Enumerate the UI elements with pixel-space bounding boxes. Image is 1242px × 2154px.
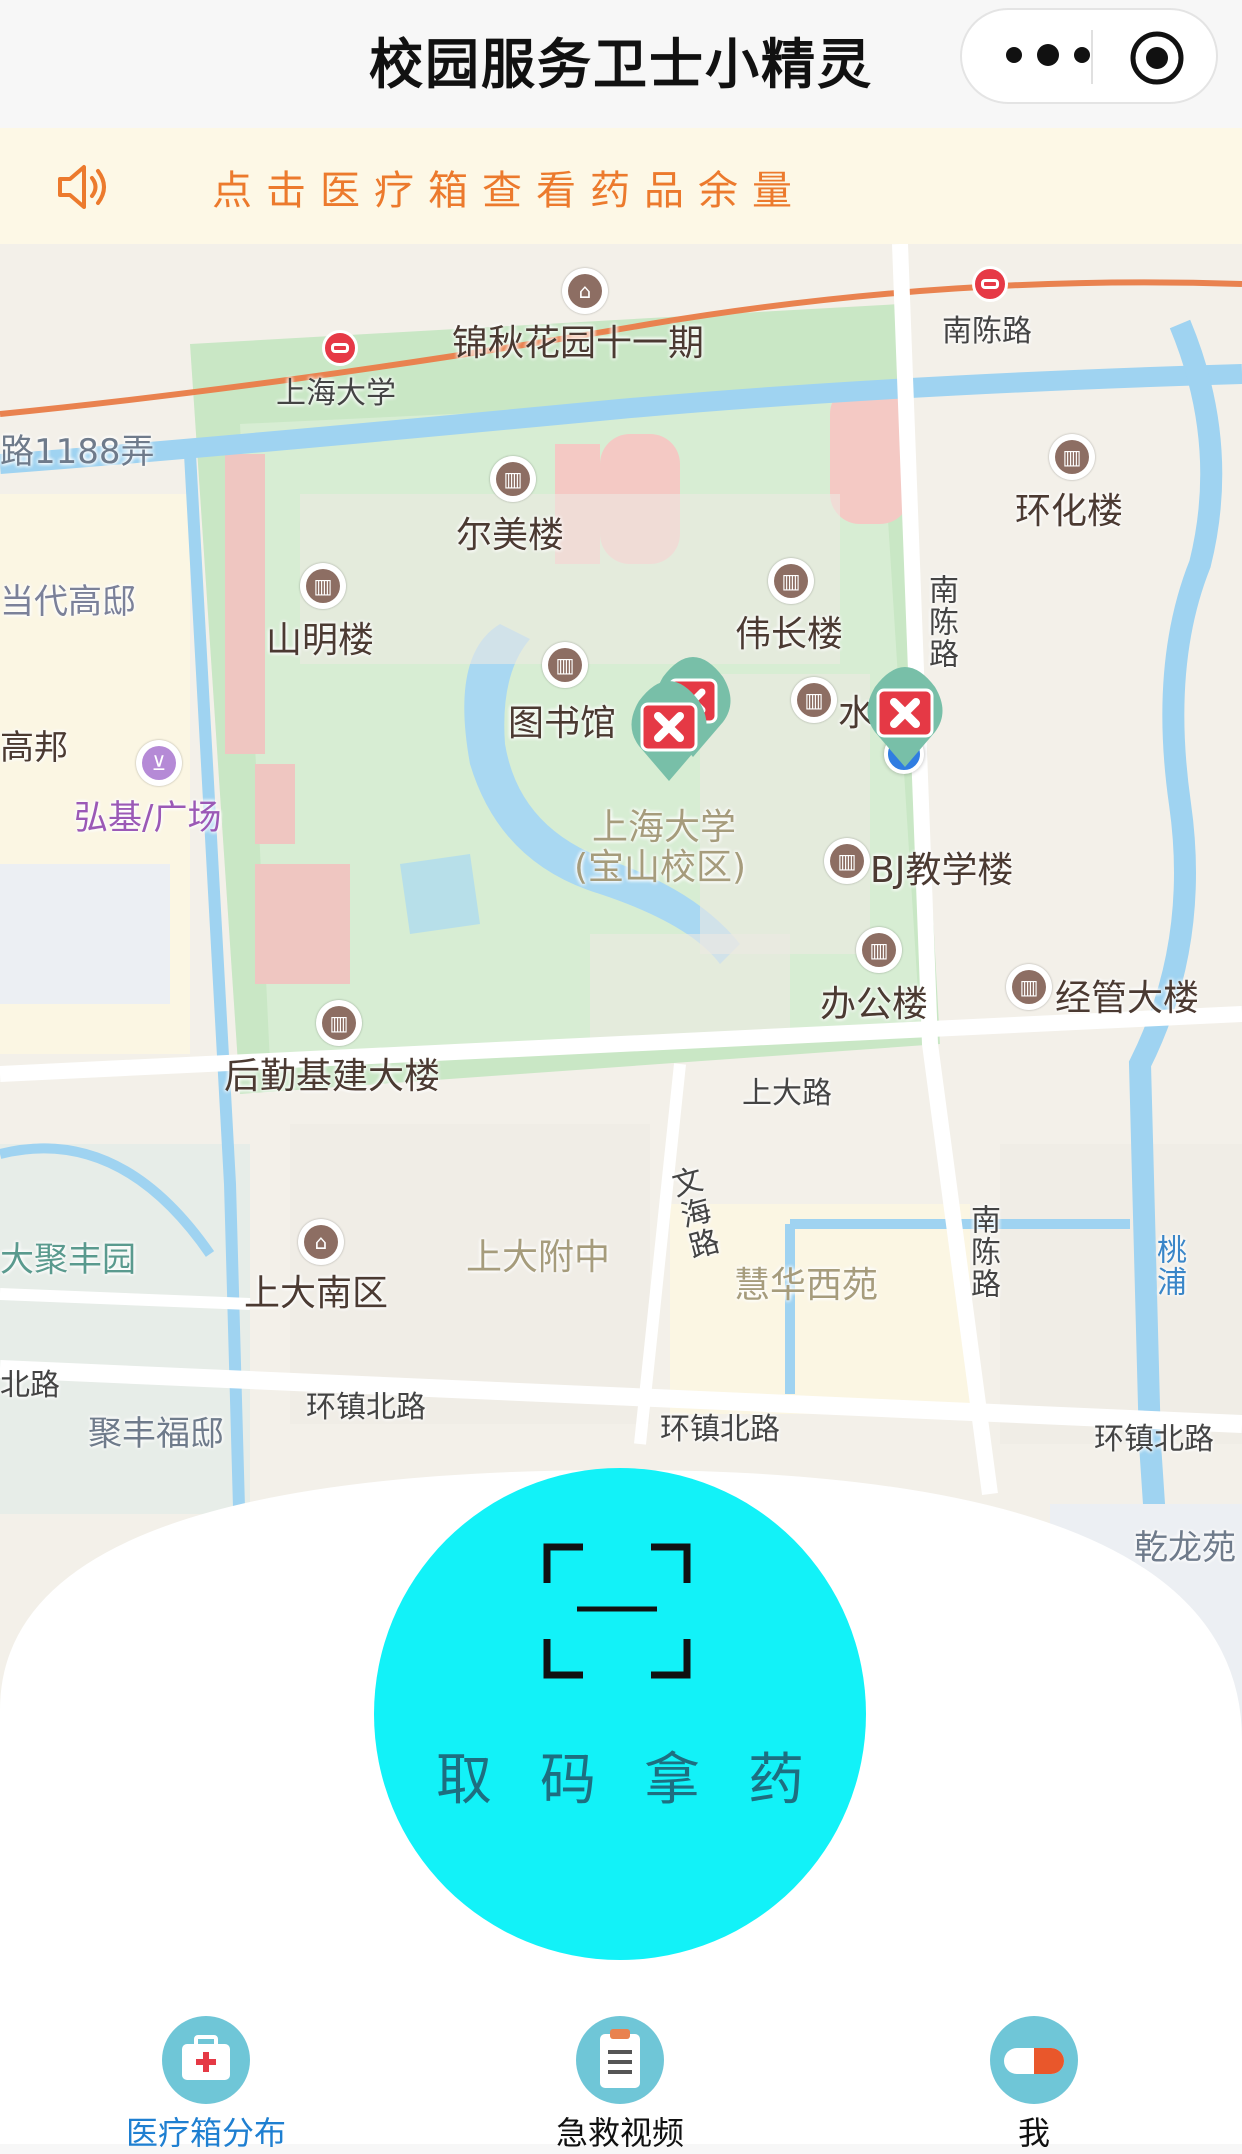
home-icon[interactable]: ⌂ (562, 268, 608, 314)
place-label: 慧华西苑 (734, 1265, 879, 1306)
tab-medical-kit-distribution[interactable]: 医疗箱分布 (86, 2000, 326, 2152)
road-label: 桃浦 (1151, 1234, 1186, 1298)
scan-button-label: 取码拿药 (436, 1748, 852, 1813)
tab-me[interactable]: 我 (914, 2000, 1154, 2152)
building-icon[interactable]: ▥ (316, 1000, 362, 1046)
more-icon[interactable] (1000, 40, 1096, 70)
place-label: 当代高邸 (0, 582, 136, 622)
building-icon[interactable]: ▥ (542, 642, 588, 688)
place-label: 环化楼 (1015, 491, 1124, 532)
place-label: 上大南区 (244, 1273, 389, 1314)
place-label: 上海大学 (276, 376, 396, 411)
place-label: 高邦 (0, 728, 68, 768)
road-label: 北路 (0, 1368, 60, 1403)
road-label: 上大路 (742, 1076, 832, 1111)
place-label: 经管大楼 (1055, 978, 1200, 1019)
building-icon[interactable]: ▥ (300, 563, 346, 609)
building-icon[interactable]: ▥ (1049, 434, 1095, 480)
clipboard-list-icon (576, 2016, 664, 2104)
road-label: 南陈路 (923, 574, 958, 670)
tab-bar: 医疗箱分布 急救视频 我 (0, 2000, 1242, 2152)
navigation-bar: 校园服务卫士小精灵 (0, 0, 1242, 128)
first-aid-kit-marker-icon[interactable] (624, 676, 714, 786)
place-label: 尔美楼 (456, 515, 565, 556)
tab-first-aid-videos[interactable]: 急救视频 (500, 2000, 740, 2152)
place-label: BJ教学楼 (870, 850, 1014, 891)
speaker-icon (58, 165, 106, 209)
building-icon[interactable]: ▥ (824, 838, 870, 884)
close-target-icon[interactable] (1128, 29, 1186, 87)
scan-frame-icon (543, 1543, 691, 1679)
tab-label: 急救视频 (555, 2114, 684, 2152)
road-label: 路1188弄 (0, 432, 155, 472)
mini-program-capsule (960, 8, 1218, 104)
place-label: 大聚丰园 (0, 1240, 136, 1280)
building-icon[interactable]: ▥ (490, 456, 536, 502)
place-label: 图书馆 (508, 703, 617, 744)
place-label: 伟长楼 (735, 614, 844, 655)
first-aid-kit-marker-icon[interactable] (860, 662, 950, 772)
tab-label: 我 (1017, 2114, 1050, 2152)
shopping-cart-icon[interactable]: ⊻ (136, 740, 182, 786)
building-icon[interactable]: ▥ (791, 677, 837, 723)
place-label: 弘基/广场 (74, 798, 222, 838)
pill-capsule-icon (990, 2016, 1078, 2104)
notice-text: 点击医疗箱查看药品余量 (212, 168, 806, 214)
building-icon[interactable]: ▥ (856, 927, 902, 973)
medical-kit-icon (162, 2016, 250, 2104)
road-label: 南陈路 (942, 314, 1032, 349)
place-label: 办公楼 (820, 984, 929, 1025)
place-label: 上大附中 (466, 1237, 611, 1278)
capsule-divider (1091, 30, 1093, 84)
building-icon[interactable]: ▥ (1006, 964, 1052, 1010)
place-label: 后勤基建大楼 (224, 1056, 441, 1097)
place-label: 锦秋花园十一期 (452, 323, 705, 364)
tab-label: 医疗箱分布 (125, 2114, 286, 2152)
building-icon[interactable]: ▥ (768, 558, 814, 604)
school-icon[interactable]: ⌂ (298, 1219, 344, 1265)
metro-station-icon[interactable] (322, 330, 358, 366)
road-label: 南陈路 (965, 1204, 1000, 1300)
place-label: (宝山校区) (574, 847, 747, 888)
metro-station-icon[interactable] (972, 266, 1008, 302)
notice-bar[interactable]: 点击医疗箱查看药品余量 (0, 128, 1242, 244)
place-label: 山明楼 (266, 620, 375, 661)
scan-code-button[interactable] (374, 1468, 866, 1960)
